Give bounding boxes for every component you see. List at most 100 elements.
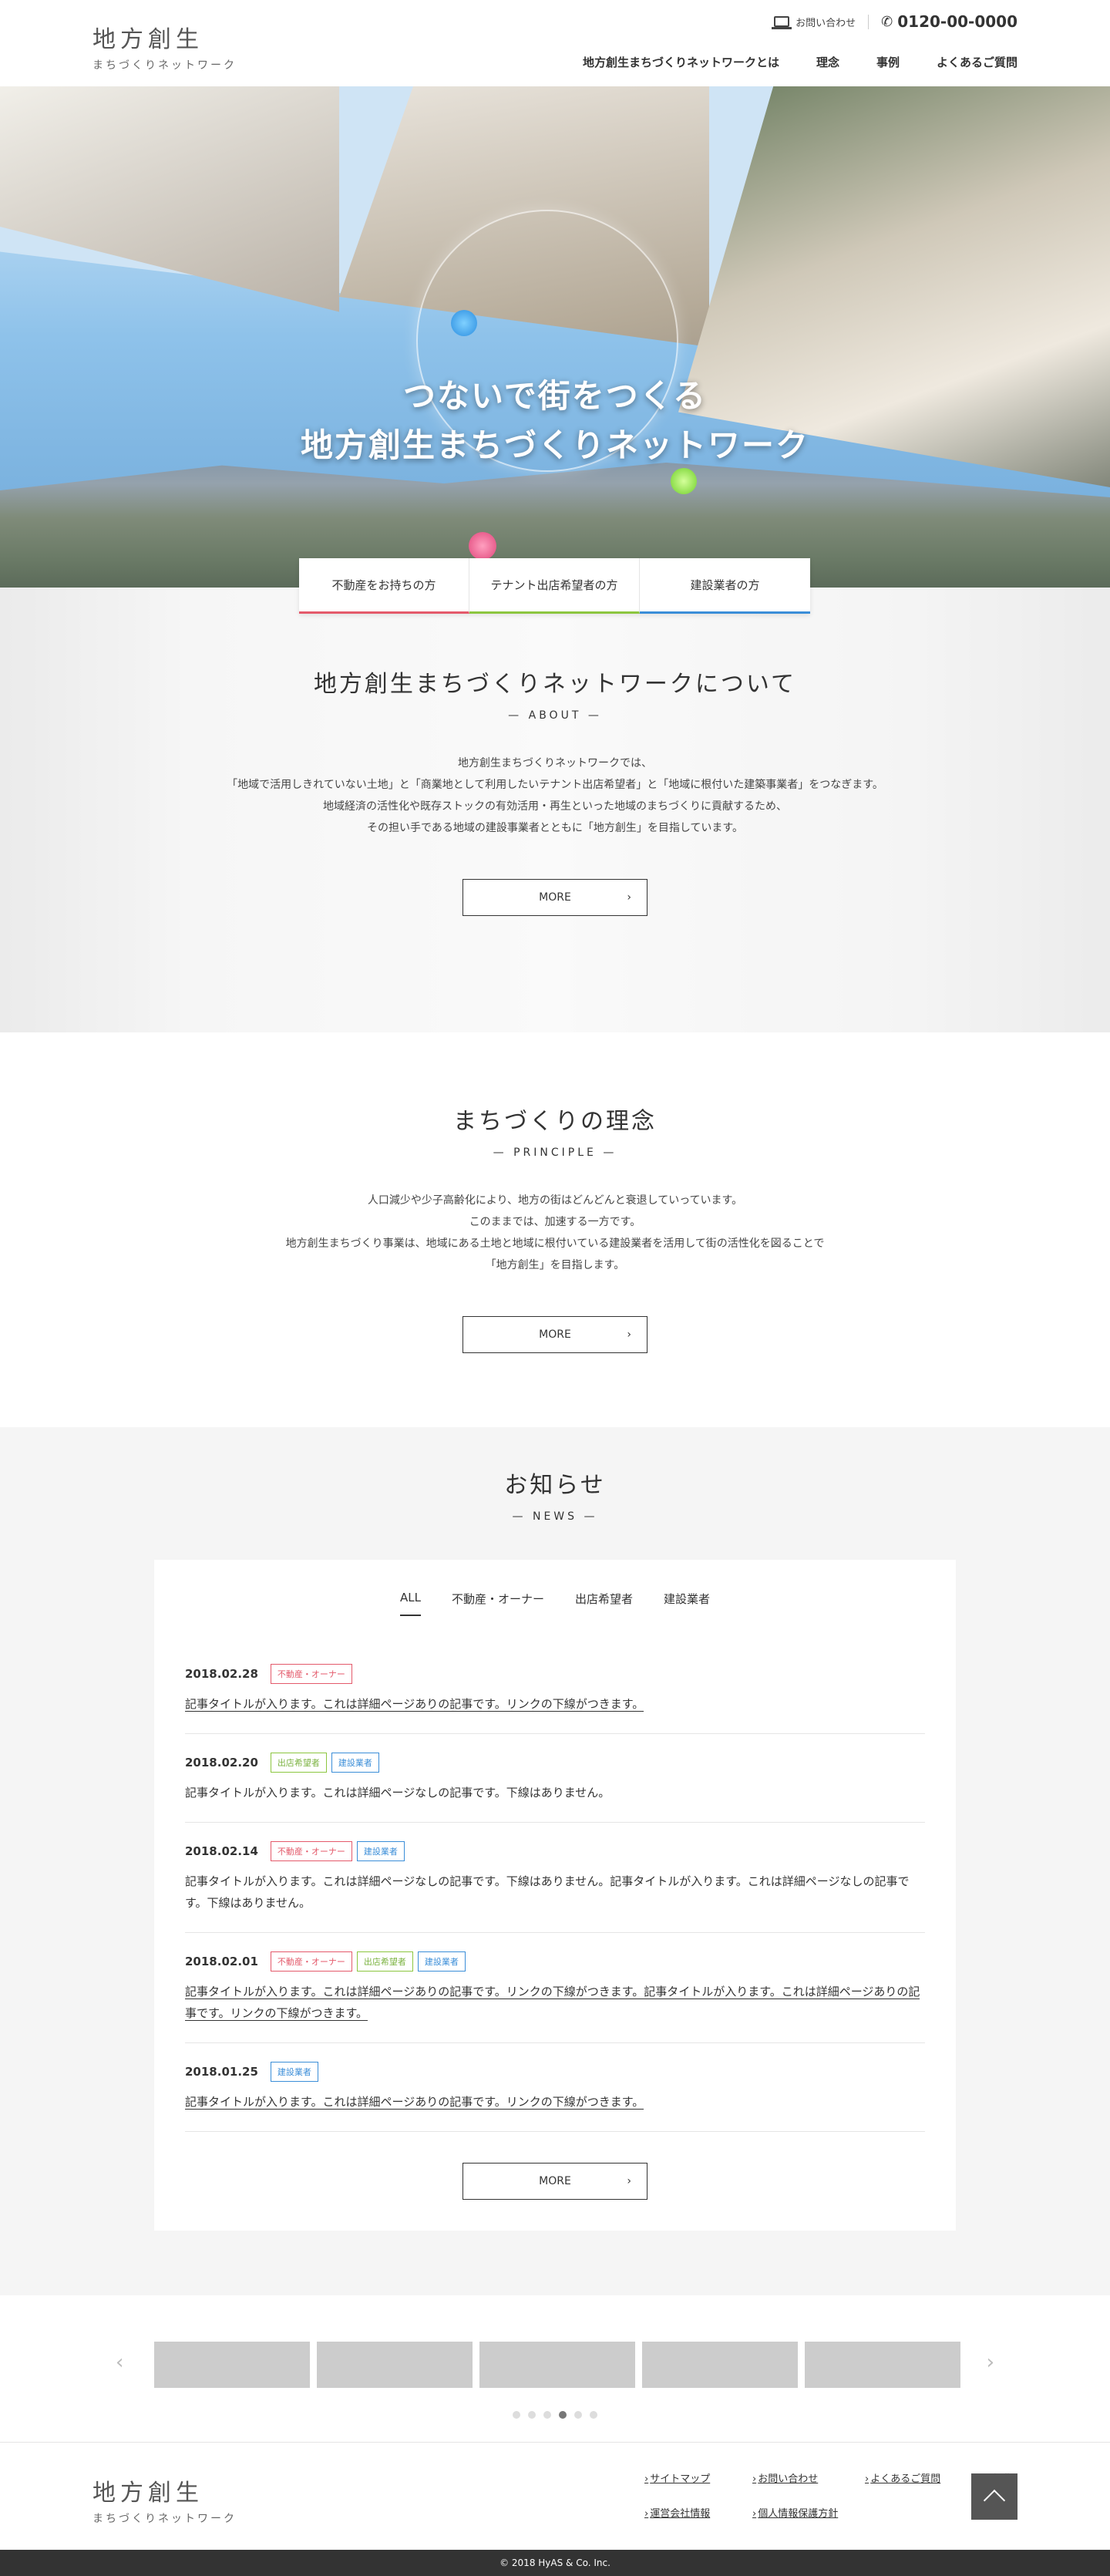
news-more-button[interactable]: MORE › xyxy=(462,2163,648,2200)
slider-dot[interactable] xyxy=(528,2411,536,2419)
nav-item-cases[interactable]: 事例 xyxy=(876,54,900,70)
site-logo[interactable]: 地方創生 まちづくりネットワーク xyxy=(92,20,237,72)
news-date: 2018.02.14 xyxy=(185,1844,258,1858)
news-tab-builder[interactable]: 建設業者 xyxy=(664,1591,710,1616)
logo-sub-text: まちづくりネットワーク xyxy=(92,59,237,72)
about-line: 「地域で活用しきれていない土地」と「商業地として利用したいテナント出店希望者」と… xyxy=(227,779,883,791)
news-item[interactable]: 2018.01.25 建設業者記事タイトルが入ります。これは詳細ページありの記事で… xyxy=(185,2043,925,2132)
news-list: 2018.02.28 不動産・オーナー 記事タイトルが入ります。これは詳細ページあり… xyxy=(185,1655,925,2132)
footer-link-company[interactable]: 運営会社情報 xyxy=(644,2505,752,2520)
principle-more-button[interactable]: MORE › xyxy=(462,1316,648,1353)
news-title-text: 記事タイトルが入ります。これは詳細ページありの記事です。リンクの下線がつきます。… xyxy=(185,1985,920,2021)
footer-logo[interactable]: 地方創生 まちづくりネットワーク xyxy=(92,2473,237,2526)
news-date: 2018.02.20 xyxy=(185,1756,258,1770)
principle-more-label: MORE xyxy=(539,1328,571,1341)
hero-line-2: 地方創生まちづくりネットワーク xyxy=(300,426,809,464)
footer-link-faq[interactable]: よくあるご質問 xyxy=(865,2470,977,2485)
slider-dot[interactable] xyxy=(574,2411,582,2419)
chevron-left-icon[interactable]: ‹ xyxy=(116,2351,123,2374)
footer-links: サイトマップ お問い合わせ よくあるご質問 用語集 運営会社情報 個人情報保護方… xyxy=(644,2470,1024,2520)
nav-item-principle[interactable]: 理念 xyxy=(816,54,839,70)
about-line: 地域経済の活性化や既存ストックの有効活用・再生といった地域のまちづくりに貢献する… xyxy=(323,800,787,813)
news-title-text: 記事タイトルが入ります。これは詳細ページありの記事です。リンクの下線がつきます。 xyxy=(185,2095,644,2110)
news-category-badge: 出店希望者 xyxy=(270,1753,327,1773)
footer-link-contact[interactable]: お問い合わせ xyxy=(752,2470,865,2485)
page-top-button[interactable] xyxy=(971,2473,1018,2520)
about-text: 地方創生まちづくりネットワークでは、 「地域で活用しきれていない土地」と「商業地… xyxy=(0,753,1110,839)
news-category-badge: 建設業者 xyxy=(356,1841,405,1861)
global-nav: 地方創生まちづくりネットワークとは 理念 事例 よくあるご質問 xyxy=(583,54,1018,70)
hero-green-dot xyxy=(671,468,697,494)
slider-dot[interactable] xyxy=(590,2411,597,2419)
banner-slide[interactable] xyxy=(154,2342,310,2388)
principle-section: まちづくりの理念 — PRINCIPLE — 人口減少や少子高齢化により、地方の… xyxy=(0,1032,1110,1427)
news-meta: 2018.01.25 建設業者 xyxy=(185,2062,925,2082)
news-date: 2018.01.25 xyxy=(185,2065,258,2079)
news-category-badge: 出店希望者 xyxy=(356,1951,413,1972)
chevron-right-icon[interactable]: › xyxy=(987,2351,994,2374)
news-title[interactable]: 記事タイトルが入ります。これは詳細ページありの記事です。リンクの下線がつきます。 xyxy=(185,1693,925,1715)
footer-logo-main: 地方創生 xyxy=(92,2480,204,2507)
phone-icon: ✆ xyxy=(881,13,893,30)
news-date: 2018.02.28 xyxy=(185,1667,258,1681)
footer-logo-sub: まちづくりネットワーク xyxy=(92,2513,237,2525)
news-meta: 2018.02.20 出店希望者 建設業者 xyxy=(185,1753,925,1773)
slider-dot[interactable] xyxy=(513,2411,520,2419)
site-header: 地方創生 まちづくりネットワーク お問い合わせ ✆ 0120-00-0000 地… xyxy=(0,0,1110,86)
news-category-badge: 建設業者 xyxy=(331,1753,379,1773)
nav-item-faq[interactable]: よくあるご質問 xyxy=(937,54,1018,70)
news-tab-all[interactable]: ALL xyxy=(399,1591,421,1616)
target-tabs: 不動産をお持ちの方 テナント出店希望者の方 建設業者の方 xyxy=(299,558,810,614)
banner-slide[interactable] xyxy=(642,2342,798,2388)
chevron-right-icon: › xyxy=(627,891,631,904)
news-item: 2018.02.20 出店希望者 建設業者記事タイトルが入ります。これは詳細ページな… xyxy=(185,1734,925,1823)
news-title[interactable]: 記事タイトルが入ります。これは詳細ページありの記事です。リンクの下線がつきます。 xyxy=(185,2091,925,2113)
about-line: 地方創生まちづくりネットワークでは、 xyxy=(458,757,652,769)
news-item[interactable]: 2018.02.28 不動産・オーナー記事タイトルが入ります。これは詳細ページあり… xyxy=(185,1655,925,1734)
principle-line: 人口減少や少子高齢化により、地方の街はどんどんと衰退していっています。 xyxy=(367,1194,743,1207)
slider-dot[interactable] xyxy=(559,2411,567,2419)
news-more-label: MORE xyxy=(539,2175,571,2187)
hero: つないで街をつくる 地方創生まちづくりネットワーク xyxy=(0,86,1110,588)
news-date: 2018.02.01 xyxy=(185,1955,258,1968)
chevron-right-icon: › xyxy=(627,1328,631,1341)
target-tab-builder[interactable]: 建設業者の方 xyxy=(640,558,810,614)
principle-title: まちづくりの理念 xyxy=(453,1108,657,1135)
hero-catchcopy: つないで街をつくる 地方創生まちづくりネットワーク xyxy=(0,372,1110,470)
footer-link-sitemap[interactable]: サイトマップ xyxy=(644,2470,752,2485)
header-tel-number: 0120-00-0000 xyxy=(897,12,1018,31)
header-contact-link[interactable]: お問い合わせ xyxy=(772,14,870,29)
banner-slide[interactable] xyxy=(317,2342,473,2388)
news-title-text: 記事タイトルが入ります。これは詳細ページなしの記事です。下線はありません。 xyxy=(185,1786,610,1800)
about-more-button[interactable]: MORE › xyxy=(462,879,648,916)
target-tab-owner[interactable]: 不動産をお持ちの方 xyxy=(299,558,469,614)
target-tab-tenant[interactable]: テナント出店希望者の方 xyxy=(469,558,640,614)
logo-main-text: 地方創生 xyxy=(92,26,204,53)
news-category-badge: 不動産・オーナー xyxy=(270,1664,352,1684)
news-item[interactable]: 2018.02.01 不動産・オーナー 出店希望者 建設業者記事タイトルが入ります。こ… xyxy=(185,1933,925,2043)
principle-line: このままでは、加速する一方です。 xyxy=(469,1216,641,1228)
news-title: 記事タイトルが入ります。これは詳細ページなしの記事です。下線はありません。 xyxy=(185,1782,925,1803)
slider-dot[interactable] xyxy=(543,2411,551,2419)
header-utility: お問い合わせ ✆ 0120-00-0000 xyxy=(772,12,1018,31)
news-title[interactable]: 記事タイトルが入ります。これは詳細ページありの記事です。リンクの下線がつきます。… xyxy=(185,1981,925,2024)
news-meta: 2018.02.28 不動産・オーナー xyxy=(185,1664,925,1684)
news-title-text: 記事タイトルが入ります。これは詳細ページなしの記事です。下線はありません。記事タ… xyxy=(185,1874,910,1910)
news-tab-tenant[interactable]: 出店希望者 xyxy=(575,1591,633,1616)
header-tel-link[interactable]: ✆ 0120-00-0000 xyxy=(869,12,1018,31)
news-tab-owner[interactable]: 不動産・オーナー xyxy=(452,1591,544,1616)
principle-text: 人口減少や少子高齢化により、地方の街はどんどんと衰退していっています。 このまま… xyxy=(0,1190,1110,1276)
principle-subtitle: — PRINCIPLE — xyxy=(493,1147,617,1159)
news-category-badge: 建設業者 xyxy=(417,1951,466,1972)
banner-slide[interactable] xyxy=(805,2342,960,2388)
footer-link-privacy[interactable]: 個人情報保護方針 xyxy=(752,2505,865,2520)
news-section: お知らせ — NEWS — ALL 不動産・オーナー 出店希望者 建設業者 20… xyxy=(0,1427,1110,2295)
news-category-badge: 不動産・オーナー xyxy=(270,1951,352,1972)
news-meta: 2018.02.14 不動産・オーナー 建設業者 xyxy=(185,1841,925,1861)
principle-line: 「地方創生」を目指します。 xyxy=(485,1259,625,1271)
news-title-text: 記事タイトルが入ります。これは詳細ページありの記事です。リンクの下線がつきます。 xyxy=(185,1697,644,1712)
banner-slide[interactable] xyxy=(479,2342,635,2388)
news-meta: 2018.02.01 不動産・オーナー 出店希望者 建設業者 xyxy=(185,1951,925,1972)
hero-blue-dot xyxy=(451,310,477,336)
nav-item-about[interactable]: 地方創生まちづくりネットワークとは xyxy=(583,54,779,70)
